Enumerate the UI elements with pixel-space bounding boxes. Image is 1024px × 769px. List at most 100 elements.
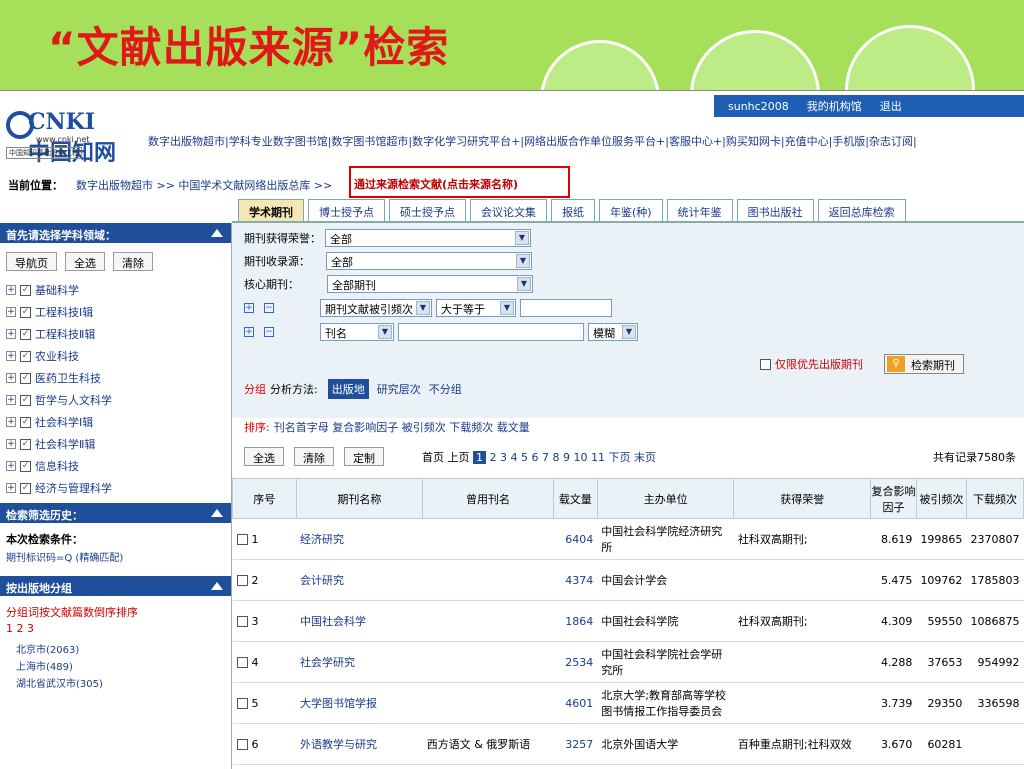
checkbox-checked[interactable]: ✓ — [20, 394, 31, 406]
subject-item[interactable]: + ✓ 哲学与人文科学 — [0, 387, 231, 409]
expand-icon[interactable]: + — [6, 439, 16, 449]
row-checkbox[interactable] — [236, 657, 248, 668]
checkbox-checked[interactable]: ✓ — [20, 350, 31, 362]
article-count[interactable]: 4601 — [553, 682, 598, 724]
checkbox-checked[interactable]: ✓ — [20, 328, 31, 340]
chevron-down-icon[interactable]: ▼ — [515, 231, 529, 245]
article-count[interactable]: 1864 — [553, 600, 598, 642]
logout-link[interactable]: 退出 — [880, 98, 902, 114]
col-header[interactable]: 复合影响因子 — [870, 478, 917, 519]
collapse-icon[interactable] — [211, 509, 223, 517]
expand-icon[interactable]: + — [6, 329, 16, 339]
subject-item[interactable]: + ✓ 信息科技 — [0, 453, 231, 475]
sort-options[interactable]: 刊名首字母 复合影响因子 被引频次 下载频次 载文量 — [274, 419, 530, 435]
subject-item[interactable]: + ✓ 工程科技Ⅱ辑 — [0, 321, 231, 343]
table-row[interactable]: 1 经济研究 6404 中国社会科学院经济研究所 社科双高期刊; 8.619 199865 2… — [232, 518, 1024, 560]
col-header[interactable]: 主办单位 — [596, 478, 735, 519]
chevron-down-icon[interactable]: ▼ — [500, 301, 514, 315]
group-by-level[interactable]: 研究层次 — [377, 381, 421, 397]
expand-icon[interactable]: + — [6, 395, 16, 405]
cnki-logo[interactable]: CNKI中国知网 www.cnki.net 中国知识基础设施工程 — [6, 109, 116, 166]
subject-label[interactable]: 社会科学Ⅰ辑 — [35, 414, 93, 430]
breadcrumb-path[interactable]: 数字出版物超市 >> 中国学术文献网络出版总库 >> — [76, 177, 332, 193]
plus-icon[interactable]: + — [244, 303, 254, 313]
subject-label[interactable]: 哲学与人文科学 — [35, 392, 112, 408]
collapse-icon[interactable] — [211, 229, 223, 237]
expand-icon[interactable]: + — [6, 417, 16, 427]
minus-icon[interactable]: − — [264, 327, 274, 337]
subject-item[interactable]: + ✓ 社会科学Ⅱ辑 — [0, 431, 231, 453]
table-row[interactable]: 3 中国社会科学 1864 中国社会科学院 社科双高期刊; 4.309 59550 10868… — [232, 600, 1024, 642]
nav-page-button[interactable]: 导航页 — [6, 252, 57, 271]
core-select[interactable]: 全部期刊 ▼ — [327, 275, 533, 293]
freq-op-select[interactable]: 大于等于 ▼ — [436, 299, 516, 317]
subject-label[interactable]: 工程科技Ⅱ辑 — [35, 326, 95, 342]
col-header[interactable]: 序号 — [232, 478, 297, 519]
search-journal-button[interactable]: ⚲ 检索期刊 — [884, 354, 964, 374]
tab-doctoral[interactable]: 博士授予点 — [308, 199, 385, 221]
priority-label[interactable]: 仅限优先出版期刊 — [775, 356, 863, 372]
select-all-rows-button[interactable]: 全选 — [244, 447, 284, 466]
group-by-place[interactable]: 出版地 — [327, 379, 369, 399]
group-header[interactable]: 按出版地分组 — [0, 576, 231, 596]
tab-stat-yearbook[interactable]: 统计年鉴 — [666, 199, 733, 221]
chevron-down-icon[interactable]: ▼ — [516, 254, 530, 268]
tab-journals[interactable]: 学术期刊 — [238, 199, 304, 221]
checkbox-checked[interactable]: ✓ — [20, 416, 31, 428]
customize-button[interactable]: 定制 — [344, 447, 384, 466]
col-header[interactable]: 曾用刊名 — [422, 478, 554, 519]
chevron-down-icon[interactable]: ▼ — [378, 325, 392, 339]
table-row[interactable]: 5 大学图书馆学报 4601 北京大学;教育部高等学校图书情报工作指导委员会 3.739… — [232, 682, 1024, 724]
prev-page-link[interactable]: 上页 — [448, 451, 470, 464]
subject-item[interactable]: + ✓ 工程科技Ⅰ辑 — [0, 299, 231, 321]
subject-item[interactable]: + ✓ 农业科技 — [0, 343, 231, 365]
checkbox-checked[interactable]: ✓ — [20, 482, 31, 494]
clear-button[interactable]: 清除 — [113, 252, 153, 271]
checkbox-checked[interactable]: ✓ — [20, 460, 31, 472]
top-nav-links[interactable]: 数字出版物超市|学科专业数字图书馆|数字图书馆超市|数字化学习研究平台+|网络出… — [148, 133, 917, 149]
group-none[interactable]: 不分组 — [429, 381, 462, 397]
breadcrumb-highlight[interactable]: 通过来源检索文献(点击来源名称) — [354, 176, 518, 192]
tab-publisher[interactable]: 图书出版社 — [736, 199, 814, 221]
minus-icon[interactable]: − — [264, 303, 274, 313]
subject-item[interactable]: + ✓ 基础科学 — [0, 277, 231, 299]
subject-label[interactable]: 农业科技 — [35, 348, 79, 364]
row-checkbox[interactable] — [236, 739, 248, 750]
journal-name-link[interactable]: 社会学研究 — [296, 641, 423, 683]
subject-label[interactable]: 基础科学 — [35, 282, 79, 298]
col-header[interactable]: 载文量 — [552, 478, 598, 519]
expand-icon[interactable]: + — [6, 373, 16, 383]
journal-name-link[interactable]: 中国社会科学 — [296, 600, 423, 642]
table-row[interactable]: 4 社会学研究 2534 中国社会科学院社会学研究所 4.288 37653 954992 — [232, 641, 1024, 683]
journal-name-link[interactable]: 外语教学与研究 — [296, 723, 423, 765]
col-header[interactable]: 获得荣誉 — [733, 478, 872, 519]
chevron-down-icon[interactable]: ▼ — [416, 301, 430, 315]
tab-masters[interactable]: 硕士授予点 — [389, 199, 466, 221]
match-mode-select[interactable]: 模糊 ▼ — [588, 323, 638, 341]
article-count[interactable]: 2534 — [553, 641, 598, 683]
checkbox-checked[interactable]: ✓ — [20, 438, 31, 450]
checkbox-checked[interactable]: ✓ — [20, 284, 31, 296]
username[interactable]: sunhc2008 — [728, 100, 789, 113]
tab-conference[interactable]: 会议论文集 — [470, 199, 547, 221]
plus-icon[interactable]: + — [244, 327, 254, 337]
chevron-down-icon[interactable]: ▼ — [517, 277, 531, 291]
tab-newspaper[interactable]: 报纸 — [551, 199, 595, 221]
subject-label[interactable]: 信息科技 — [35, 458, 79, 474]
place-item[interactable]: 北京市(2063) — [0, 637, 231, 656]
journal-name-link[interactable]: 经济研究 — [296, 518, 423, 560]
article-count[interactable]: 3257 — [553, 723, 598, 765]
tab-yearbook[interactable]: 年鉴(种) — [599, 199, 663, 221]
tab-back-search[interactable]: 返回总库检索 — [817, 199, 906, 221]
subject-item[interactable]: + ✓ 医药卫生科技 — [0, 365, 231, 387]
expand-icon[interactable]: + — [6, 483, 16, 493]
subject-label[interactable]: 医药卫生科技 — [35, 370, 101, 386]
table-row[interactable]: 2 会计研究 4374 中国会计学会 5.475 109762 1785803 — [232, 559, 1024, 601]
row-checkbox[interactable] — [236, 698, 248, 709]
next-page-link[interactable]: 下页 — [608, 451, 630, 464]
place-item[interactable]: 上海市(489) — [0, 656, 231, 673]
subject-label[interactable]: 社会科学Ⅱ辑 — [35, 436, 95, 452]
clear-rows-button[interactable]: 清除 — [294, 447, 334, 466]
chevron-down-icon[interactable]: ▼ — [622, 325, 636, 339]
last-page-link[interactable]: 末页 — [634, 451, 656, 464]
